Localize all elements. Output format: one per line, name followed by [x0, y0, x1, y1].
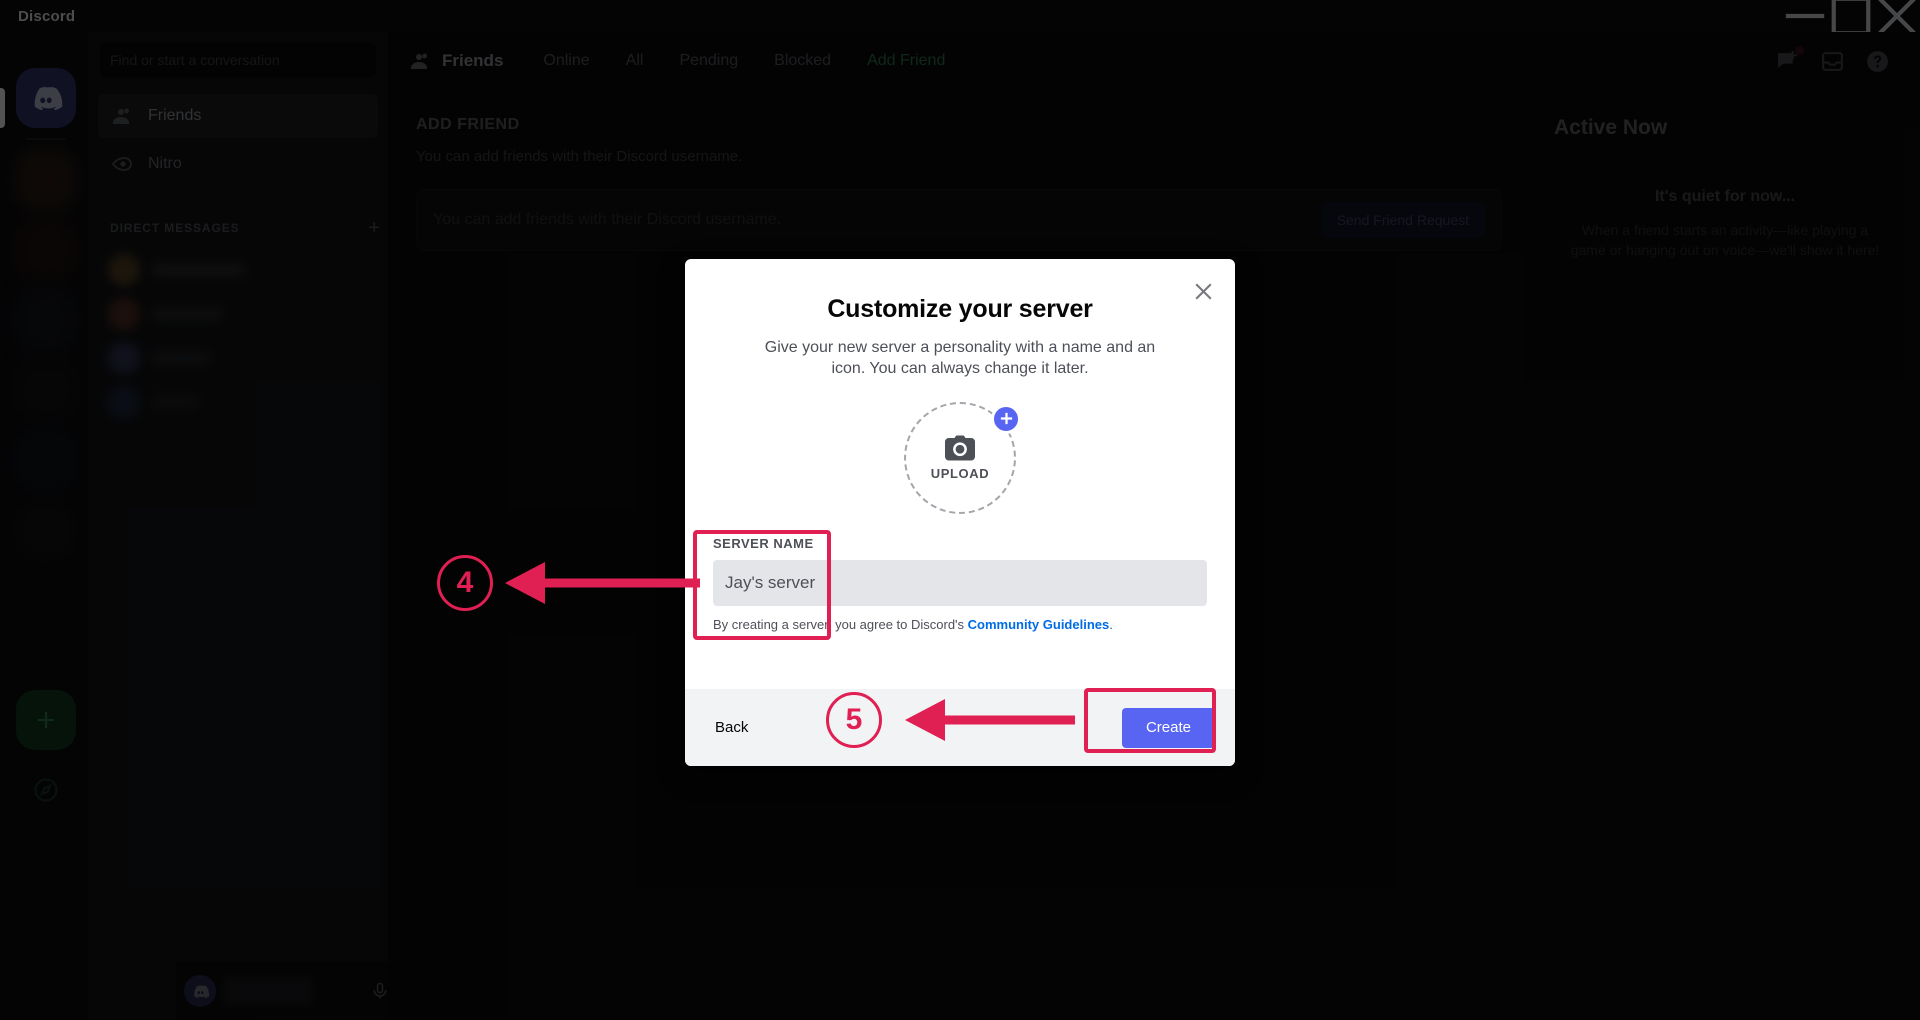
server-icon-uploader[interactable]: UPLOAD — [904, 401, 1021, 514]
terms-prefix: By creating a server, you agree to Disco… — [713, 616, 968, 632]
dialog-title: Customize your server — [827, 295, 1093, 323]
community-guidelines-link[interactable]: Community Guidelines — [968, 617, 1110, 632]
server-name-field: SERVER NAME — [713, 536, 1207, 606]
upload-plus-button[interactable] — [991, 403, 1021, 434]
terms-suffix: . — [1109, 616, 1113, 632]
server-name-input[interactable] — [713, 559, 1207, 606]
customize-server-dialog: Customize your server Give your new serv… — [685, 259, 1235, 766]
server-name-label: SERVER NAME — [713, 535, 814, 551]
close-icon[interactable] — [1190, 278, 1216, 304]
plus-icon — [1000, 412, 1012, 425]
create-button[interactable]: Create — [1121, 707, 1215, 748]
terms-note: By creating a server, you agree to Disco… — [713, 617, 1207, 632]
dialog-subtitle: Give your new server a personality with … — [764, 339, 1156, 378]
camera-icon — [945, 435, 975, 461]
back-button[interactable]: Back — [705, 711, 758, 744]
upload-label: UPLOAD — [930, 465, 990, 481]
dialog-footer: Back Create — [685, 689, 1235, 766]
